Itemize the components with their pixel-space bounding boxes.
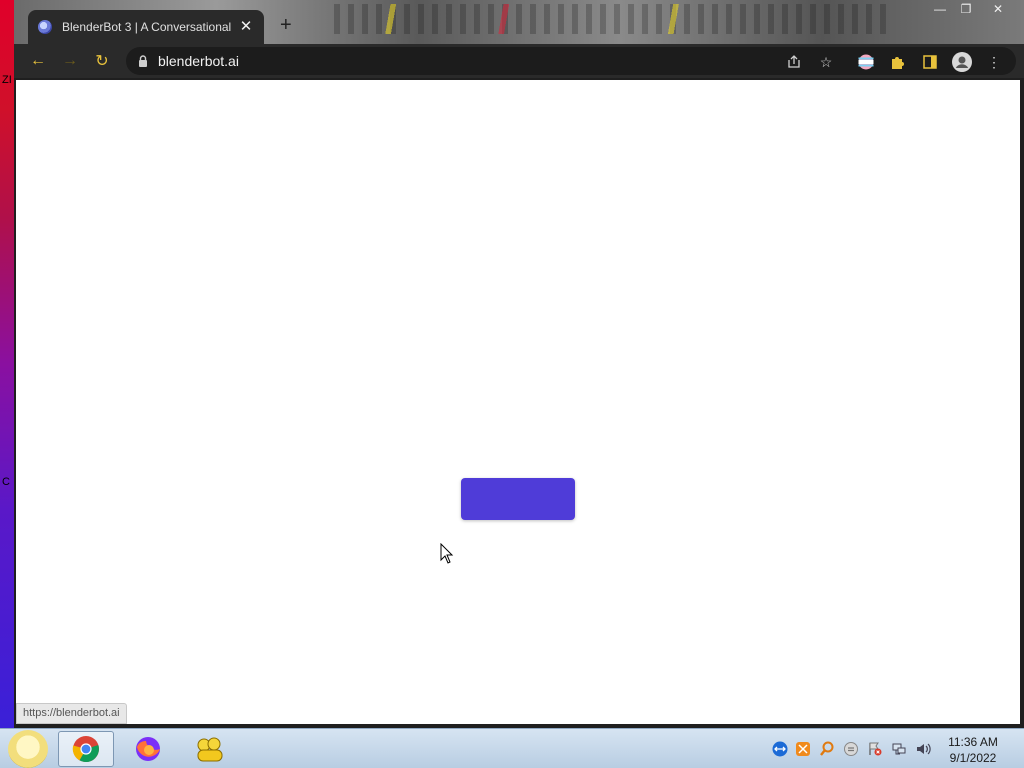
url-text[interactable]: blenderbot.ai: [158, 53, 239, 69]
profile-icon[interactable]: [952, 52, 972, 72]
lock-icon[interactable]: [138, 55, 148, 67]
start-orb-button[interactable]: [8, 730, 48, 768]
taskbar-chrome-button[interactable]: [58, 731, 114, 767]
share-icon[interactable]: [784, 52, 804, 72]
browser-toolbar: ← → ↻ blenderbot.ai ☆ ⋮: [14, 44, 1024, 78]
restore-button[interactable]: ❐: [954, 0, 978, 18]
desktop-label-mid: C: [2, 476, 10, 488]
browser-tab[interactable]: BlenderBot 3 | A Conversational ✕: [28, 10, 264, 44]
status-url-bar: https://blenderbot.ai: [16, 703, 127, 724]
firefox-icon: [136, 737, 160, 761]
clock-date: 9/1/2022: [949, 751, 997, 765]
menu-icon[interactable]: ⋮: [984, 52, 1004, 72]
mouse-cursor-icon: [440, 543, 454, 564]
desktop-label-top: ZI: [2, 74, 12, 86]
network-icon[interactable]: [891, 741, 907, 757]
blenderbot-favicon-icon: [38, 20, 52, 34]
star-icon[interactable]: ☆: [816, 52, 836, 72]
forward-button[interactable]: →: [58, 49, 82, 73]
taskbar-people-button[interactable]: [182, 731, 238, 767]
address-bar[interactable]: blenderbot.ai ☆ ⋮: [126, 47, 1016, 75]
volume-icon[interactable]: [915, 741, 931, 757]
system-clock[interactable]: 11:36 AM 9/1/2022: [940, 734, 1006, 766]
action-center-flag-icon[interactable]: [867, 741, 883, 757]
puzzle-icon[interactable]: [888, 52, 908, 72]
chrome-icon: [72, 736, 99, 763]
back-button[interactable]: ←: [26, 49, 50, 73]
people-icon: [197, 737, 223, 762]
extension-flag-icon[interactable]: [856, 52, 876, 72]
clock-time: 11:36 AM: [948, 735, 998, 749]
tab-close-icon[interactable]: ✕: [238, 19, 254, 35]
app-tray-icon-orange[interactable]: [795, 741, 811, 757]
close-window-button[interactable]: ✕: [986, 0, 1010, 18]
new-tab-button[interactable]: +: [280, 14, 292, 37]
status-tray-icon[interactable]: [843, 741, 859, 757]
minimize-button[interactable]: —: [928, 0, 952, 18]
search-tray-icon[interactable]: [819, 741, 835, 757]
taskbar: 11:36 AM 9/1/2022: [0, 728, 1024, 768]
start-chat-button[interactable]: [461, 478, 575, 520]
taskbar-firefox-button[interactable]: [120, 731, 176, 767]
titlebar-background-art: [334, 4, 894, 34]
sidepanel-icon[interactable]: [920, 52, 940, 72]
page-content: [16, 80, 1020, 724]
reload-button[interactable]: ↻: [90, 49, 114, 73]
teamviewer-tray-icon[interactable]: [772, 741, 788, 757]
title-bar[interactable]: BlenderBot 3 | A Conversational ✕ + — ❐ …: [14, 0, 1024, 44]
tab-title: BlenderBot 3 | A Conversational: [62, 20, 232, 34]
